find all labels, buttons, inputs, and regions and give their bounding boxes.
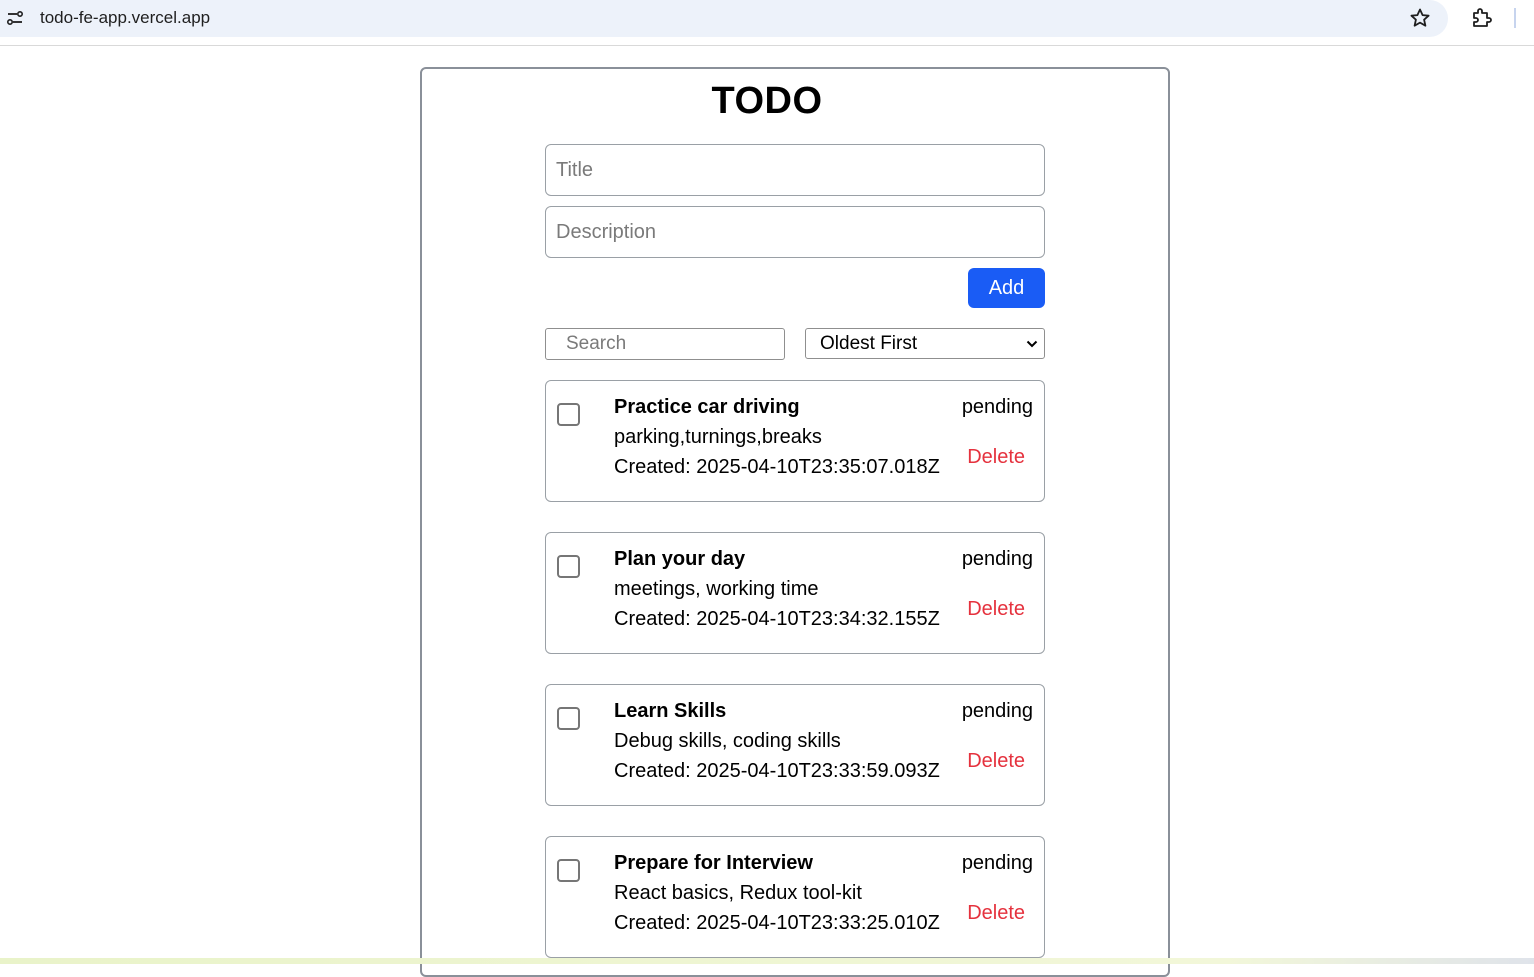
todo-title: Learn Skills bbox=[614, 700, 727, 722]
todo-item: Learn Skills Debug skills, coding skills… bbox=[545, 684, 1045, 806]
todo-checkbox[interactable] bbox=[557, 707, 580, 730]
todo-created: Created: 2025-04-10T23:35:07.018Z bbox=[614, 456, 940, 478]
todo-title: Prepare for Interview bbox=[614, 852, 813, 874]
todo-item: Prepare for Interview React basics, Redu… bbox=[545, 836, 1045, 958]
todo-created: Created: 2025-04-10T23:34:32.155Z bbox=[614, 608, 940, 630]
url-text[interactable]: todo-fe-app.vercel.app bbox=[40, 8, 210, 28]
todo-description: meetings, working time bbox=[614, 578, 819, 600]
delete-button[interactable]: Delete bbox=[967, 902, 1025, 925]
todo-title: Plan your day bbox=[614, 548, 746, 570]
todo-description: parking,turnings,breaks bbox=[614, 426, 822, 448]
sort-select[interactable]: Oldest First bbox=[805, 328, 1045, 359]
add-button[interactable]: Add bbox=[968, 268, 1045, 308]
title-input[interactable] bbox=[545, 144, 1045, 196]
address-bar[interactable]: todo-fe-app.vercel.app bbox=[0, 0, 1448, 37]
todo-item: Plan your day meetings, working time Cre… bbox=[545, 532, 1045, 654]
todo-status: pending bbox=[961, 396, 1033, 418]
todo-checkbox[interactable] bbox=[557, 403, 580, 426]
delete-button[interactable]: Delete bbox=[967, 446, 1025, 469]
browser-toolbar: todo-fe-app.vercel.app bbox=[0, 0, 1534, 46]
description-input[interactable] bbox=[545, 206, 1045, 258]
delete-button[interactable]: Delete bbox=[967, 750, 1025, 773]
todo-description: React basics, Redux tool-kit bbox=[614, 882, 862, 904]
todo-status: pending bbox=[961, 700, 1033, 722]
todo-created: Created: 2025-04-10T23:33:25.010Z bbox=[614, 912, 940, 934]
delete-button[interactable]: Delete bbox=[967, 598, 1025, 621]
site-info-icon[interactable] bbox=[6, 9, 24, 27]
bookmark-star-icon[interactable] bbox=[1408, 6, 1432, 30]
todo-title: Practice car driving bbox=[614, 396, 800, 418]
todo-description: Debug skills, coding skills bbox=[614, 730, 841, 752]
toolbar-divider bbox=[1514, 8, 1516, 28]
todo-created: Created: 2025-04-10T23:33:59.093Z bbox=[614, 760, 940, 782]
todo-item: Practice car driving parking,turnings,br… bbox=[545, 380, 1045, 502]
todo-checkbox[interactable] bbox=[557, 859, 580, 882]
todo-status: pending bbox=[961, 548, 1033, 570]
extensions-icon[interactable] bbox=[1470, 5, 1494, 29]
search-input[interactable] bbox=[545, 328, 785, 360]
page-title: TODO bbox=[711, 80, 823, 122]
sort-selected-value: Oldest First bbox=[820, 333, 918, 354]
chevron-down-icon bbox=[1026, 340, 1038, 348]
todo-checkbox[interactable] bbox=[557, 555, 580, 578]
todo-status: pending bbox=[961, 852, 1033, 874]
bottom-bar-strip bbox=[0, 958, 1534, 964]
